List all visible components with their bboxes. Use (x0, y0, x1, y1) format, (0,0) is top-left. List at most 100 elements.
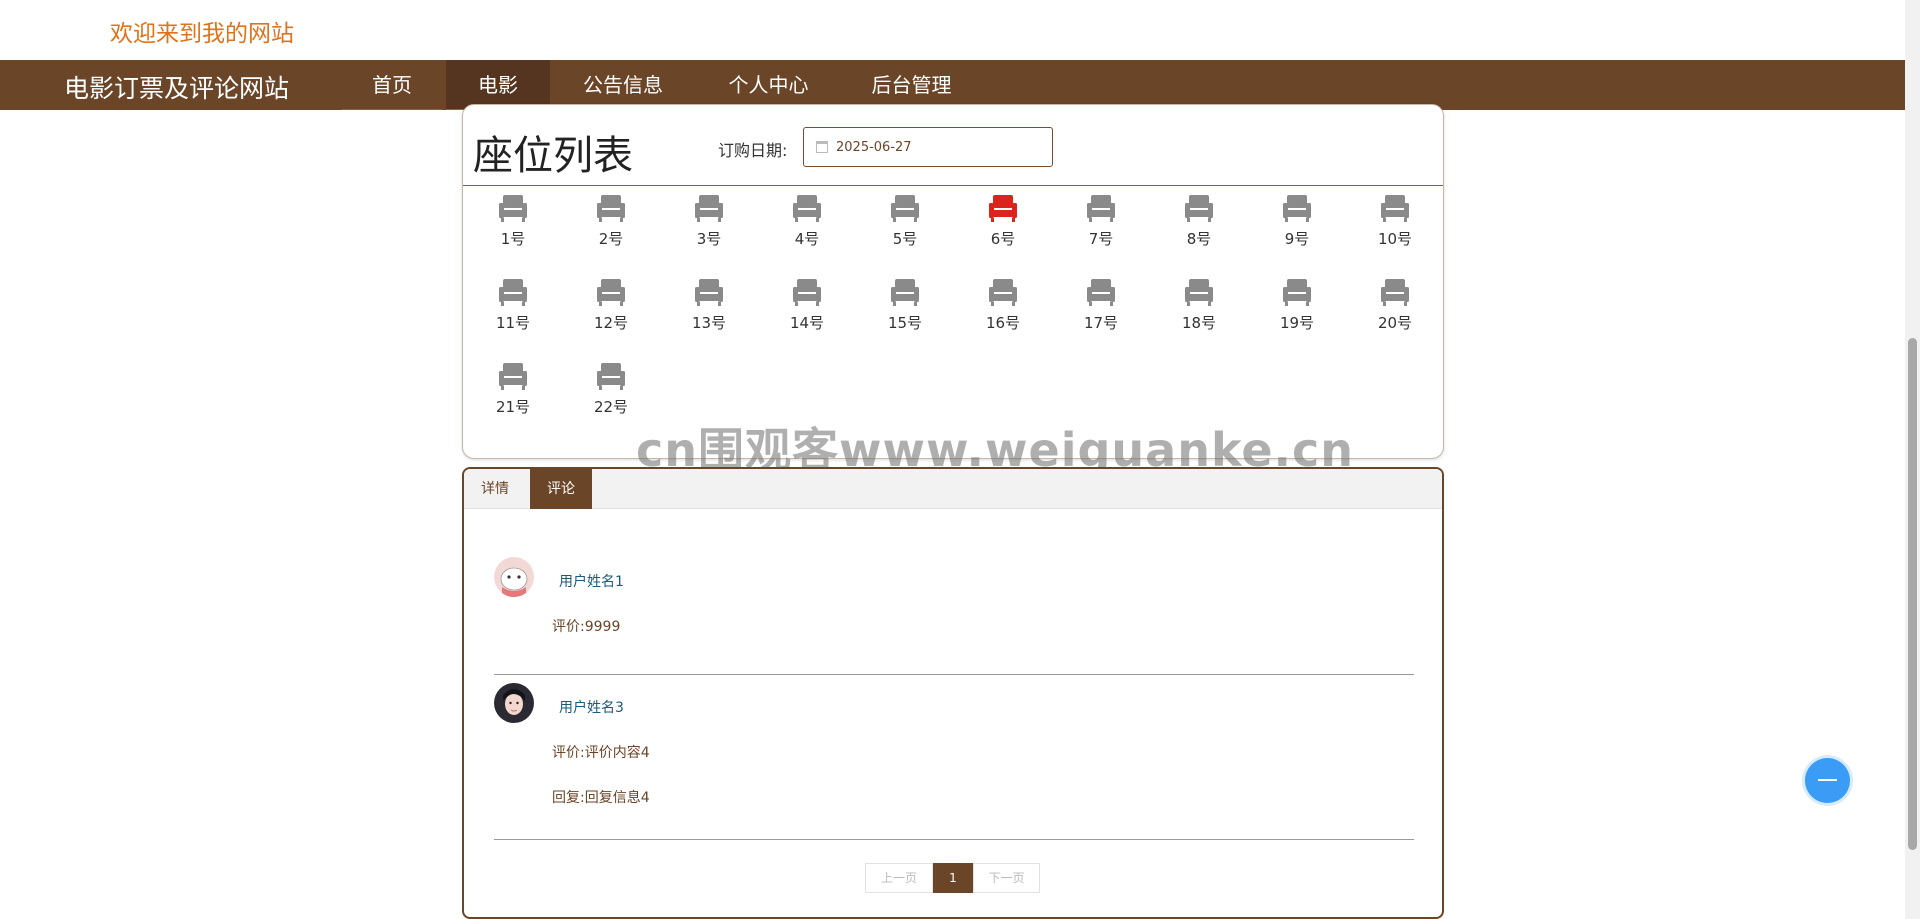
seat-label: 9号 (1284, 230, 1310, 248)
seat-item[interactable]: 16号 (968, 277, 1038, 333)
prev-page-button[interactable]: 上一页 (865, 863, 933, 893)
calendar-icon (816, 141, 828, 153)
armchair-icon (891, 279, 919, 306)
comment-divider (494, 839, 1414, 840)
seat-item[interactable]: 18号 (1164, 277, 1234, 333)
armchair-icon (499, 363, 527, 390)
nav-item-home[interactable]: 首页 (342, 60, 442, 110)
seat-label: 11号 (495, 314, 531, 332)
seat-label: 16号 (985, 314, 1021, 332)
seat-item[interactable]: 19号 (1262, 277, 1332, 333)
order-date-input[interactable]: 2025-06-27 (803, 127, 1053, 167)
page-scrollbar[interactable] (1905, 0, 1920, 919)
seat-item[interactable]: 8号 (1164, 193, 1234, 249)
seat-label: 20号 (1377, 314, 1413, 332)
seat-label: 17号 (1083, 314, 1119, 332)
comment-divider (494, 674, 1414, 675)
nav-item-personal-center[interactable]: 个人中心 (696, 60, 841, 110)
seat-label: 12号 (593, 314, 629, 332)
nav-item-movies[interactable]: 电影 (446, 60, 550, 110)
comment-panel: 详情 评论 用户姓名1 评价:9999 用户姓名3 评价:评价内容4 回复:回复… (462, 467, 1444, 919)
tab-comments[interactable]: 评论 (530, 469, 592, 509)
back-to-top-icon[interactable] (1805, 758, 1850, 803)
seat-label: 2号 (598, 230, 624, 248)
seat-item[interactable]: 6号 (968, 193, 1038, 249)
armchair-icon (1283, 279, 1311, 306)
nav-item-admin[interactable]: 后台管理 (841, 60, 982, 110)
seat-item[interactable]: 7号 (1066, 193, 1136, 249)
seat-item[interactable]: 9号 (1262, 193, 1332, 249)
avatar (494, 557, 534, 597)
armchair-icon (597, 363, 625, 390)
seat-item[interactable]: 12号 (576, 277, 646, 333)
seat-label: 13号 (691, 314, 727, 332)
seat-panel: 座位列表 订购日期: 2025-06-27 1号 2号 3号 4号 5号 6号 7号 8号 9号… (462, 104, 1444, 459)
seat-item[interactable]: 2号 (576, 193, 646, 249)
seat-label: 14号 (789, 314, 825, 332)
seat-item[interactable]: 5号 (870, 193, 940, 249)
seat-list-title: 座位列表 (473, 133, 633, 179)
armchair-icon (989, 279, 1017, 306)
seat-item[interactable]: 21号 (478, 361, 548, 417)
site-brand[interactable]: 电影订票及评论网站 (64, 69, 289, 105)
seat-item[interactable]: 15号 (870, 277, 940, 333)
seat-label: 21号 (495, 398, 531, 416)
seat-divider (463, 185, 1443, 186)
seat-label: 3号 (696, 230, 722, 248)
comment-rating: 评价:评价内容4 (552, 745, 650, 761)
comment-rating: 评价:9999 (552, 619, 621, 635)
seat-label: 7号 (1088, 230, 1114, 248)
seat-label: 10号 (1377, 230, 1413, 248)
armchair-icon (989, 195, 1017, 222)
seat-label: 4号 (794, 230, 820, 248)
seat-label: 15号 (887, 314, 923, 332)
order-date-label: 订购日期: (718, 141, 788, 160)
comment-user-name[interactable]: 用户姓名1 (559, 571, 624, 591)
page-number-button[interactable]: 1 (933, 863, 973, 893)
seat-item[interactable]: 17号 (1066, 277, 1136, 333)
seat-item[interactable]: 13号 (674, 277, 744, 333)
tab-details[interactable]: 详情 (464, 469, 526, 509)
seat-item[interactable]: 10号 (1360, 193, 1430, 249)
comment-reply: 回复:回复信息4 (552, 790, 650, 806)
pagination: 上一页 1 下一页 (865, 863, 1040, 893)
seat-label: 5号 (892, 230, 918, 248)
tab-bar: 详情 评论 (464, 469, 1442, 509)
armchair-icon (1283, 195, 1311, 222)
seat-item[interactable]: 3号 (674, 193, 744, 249)
seat-label: 18号 (1181, 314, 1217, 332)
comment-user-name[interactable]: 用户姓名3 (559, 697, 624, 717)
scrollbar-thumb[interactable] (1908, 338, 1917, 850)
seat-item[interactable]: 14号 (772, 277, 842, 333)
armchair-icon (793, 195, 821, 222)
armchair-icon (1087, 279, 1115, 306)
navbar: 电影订票及评论网站 首页 电影 公告信息 个人中心 后台管理 (0, 60, 1905, 110)
next-page-button[interactable]: 下一页 (973, 863, 1040, 893)
armchair-icon (1087, 195, 1115, 222)
armchair-icon (1185, 279, 1213, 306)
armchair-icon (597, 195, 625, 222)
order-date-value: 2025-06-27 (836, 139, 912, 155)
comment-item: 用户姓名3 评价:评价内容4 回复:回复信息4 (494, 683, 1414, 843)
seat-item[interactable]: 11号 (478, 277, 548, 333)
seat-label: 1号 (500, 230, 526, 248)
seat-label: 8号 (1186, 230, 1212, 248)
seat-item[interactable]: 4号 (772, 193, 842, 249)
armchair-icon (1381, 195, 1409, 222)
armchair-icon (891, 195, 919, 222)
seat-label: 19号 (1279, 314, 1315, 332)
seat-item[interactable]: 20号 (1360, 277, 1430, 333)
avatar (494, 683, 534, 723)
armchair-icon (499, 195, 527, 222)
page: 欢迎来到我的网站 电影订票及评论网站 首页 电影 公告信息 个人中心 后台管理 … (0, 0, 1920, 919)
armchair-icon (597, 279, 625, 306)
seat-item[interactable]: 22号 (576, 361, 646, 417)
welcome-text: 欢迎来到我的网站 (110, 21, 294, 47)
comment-item: 用户姓名1 评价:9999 (494, 557, 1414, 677)
seat-item[interactable]: 1号 (478, 193, 548, 249)
armchair-icon (1381, 279, 1409, 306)
seat-label: 6号 (990, 230, 1016, 248)
nav-item-announcements[interactable]: 公告信息 (550, 60, 696, 110)
armchair-icon (695, 279, 723, 306)
armchair-icon (695, 195, 723, 222)
